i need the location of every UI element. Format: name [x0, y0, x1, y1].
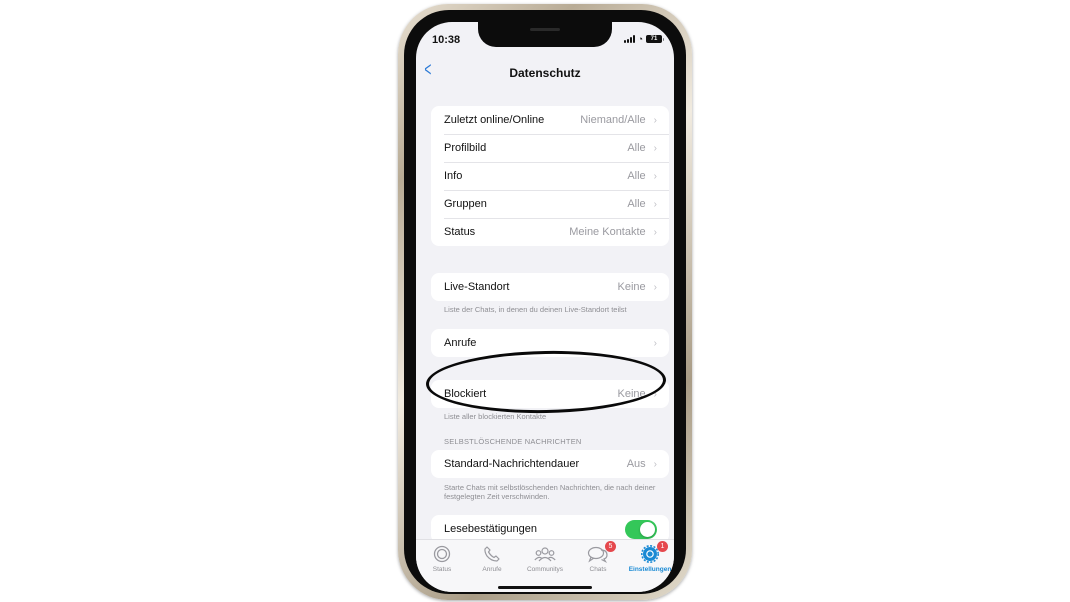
chevron-right-icon: › — [653, 458, 657, 470]
tab-communities[interactable]: Communitys — [519, 544, 571, 573]
disappearing-group: Standard-Nachrichtendauer Aus › — [431, 450, 669, 478]
row-label: Lesebestätigungen — [444, 523, 537, 535]
disappearing-section-header: SELBSTLÖSCHENDE NACHRICHTEN — [444, 437, 582, 446]
row-label: Live-Standort — [444, 281, 510, 293]
chevron-right-icon: › — [653, 281, 657, 293]
row-value: Niemand/Alle — [580, 114, 646, 126]
row-value: Alle — [627, 142, 646, 154]
page-title: Datenschutz — [509, 66, 581, 80]
tab-label: Communitys — [526, 566, 564, 573]
toggle-knob — [640, 521, 655, 537]
row-label: Gruppen — [444, 198, 487, 210]
chat-bubbles-icon: 5 — [572, 541, 624, 564]
row-label: Zuletzt online/Online — [444, 114, 545, 126]
tab-label: Anrufe — [482, 566, 502, 573]
row-label: Standard-Nachrichtendauer — [444, 458, 580, 470]
row-label: Anrufe — [444, 337, 477, 349]
settings-gear-icon: 1 — [624, 541, 674, 564]
disappearing-footnote: Starte Chats mit selbstlöschenden Nachri… — [444, 483, 656, 501]
row-label: Profilbild — [444, 142, 487, 154]
chevron-right-icon: › — [653, 170, 657, 182]
communities-icon — [519, 544, 571, 564]
row-label: Status — [444, 226, 476, 238]
chevron-right-icon: › — [653, 226, 657, 238]
row-value: Aus — [626, 458, 646, 470]
tab-status[interactable]: Status — [416, 544, 468, 573]
tab-settings[interactable]: 1 Einstellungen — [624, 541, 674, 573]
row-default-message-timer[interactable]: Standard-Nachrichtendauer Aus › — [431, 450, 669, 478]
notch — [478, 22, 612, 47]
row-value: Alle — [627, 170, 646, 182]
chevron-right-icon: › — [653, 337, 657, 349]
row-blocked[interactable]: Blockiert Keine › — [431, 380, 669, 408]
row-label: Info — [444, 170, 463, 182]
row-value: Keine — [617, 388, 646, 400]
calls-group: Anrufe › — [431, 329, 669, 357]
row-last-seen[interactable]: Zuletzt online/Online Niemand/Alle › — [431, 106, 669, 134]
row-value: Meine Kontakte — [569, 226, 646, 238]
tab-label: Chats — [589, 566, 607, 573]
speaker — [530, 28, 560, 31]
settings-badge: 1 — [657, 541, 668, 552]
status-icon — [416, 544, 468, 564]
read-receipts-toggle[interactable] — [625, 519, 657, 539]
status-time: 10:38 — [432, 34, 461, 46]
wifi-icon: ◔ — [637, 34, 643, 44]
status-icons: ◔ 71 — [623, 34, 664, 44]
row-profile-photo[interactable]: Profilbild Alle › — [431, 134, 669, 162]
live-location-group: Live-Standort Keine › — [431, 273, 669, 301]
chevron-right-icon: › — [653, 114, 657, 126]
tab-chats[interactable]: 5 Chats — [572, 541, 624, 573]
phone-icon — [466, 544, 518, 564]
tab-bar: Status Anrufe Communitys 5 Chats 1 Einst… — [416, 539, 674, 592]
chevron-right-icon: › — [653, 198, 657, 210]
privacy-visibility-group: Zuletzt online/Online Niemand/Alle › Pro… — [431, 106, 669, 246]
row-calls[interactable]: Anrufe › — [431, 329, 669, 357]
home-indicator — [498, 586, 592, 589]
chevron-right-icon: › — [653, 142, 657, 154]
phone-screen: 10:38 ◔ 71 < Datenschutz Zuletzt online/… — [416, 22, 674, 592]
row-value: Keine — [617, 281, 646, 293]
live-location-footnote: Liste der Chats, in denen du deinen Live… — [444, 305, 627, 314]
row-status[interactable]: Status Meine Kontakte › — [431, 218, 669, 246]
row-info[interactable]: Info Alle › — [431, 162, 669, 190]
tab-label: Einstellungen — [628, 566, 672, 573]
row-value: Alle — [627, 198, 646, 210]
row-live-location[interactable]: Live-Standort Keine › — [431, 273, 669, 301]
chats-badge: 5 — [605, 541, 616, 552]
row-groups[interactable]: Gruppen Alle › — [431, 190, 669, 218]
tab-calls[interactable]: Anrufe — [466, 544, 518, 573]
chevron-right-icon: › — [653, 388, 657, 400]
signal-icon — [623, 35, 635, 43]
row-label: Blockiert — [444, 388, 487, 400]
battery-icon: 71 — [646, 35, 664, 43]
blocked-footnote: Liste aller blockierten Kontakte — [444, 412, 547, 421]
tab-label: Status — [432, 566, 452, 573]
blocked-group: Blockiert Keine › — [431, 380, 669, 408]
phone-frame: 10:38 ◔ 71 < Datenschutz Zuletzt online/… — [398, 4, 692, 600]
phone-bezel: 10:38 ◔ 71 < Datenschutz Zuletzt online/… — [404, 10, 686, 594]
